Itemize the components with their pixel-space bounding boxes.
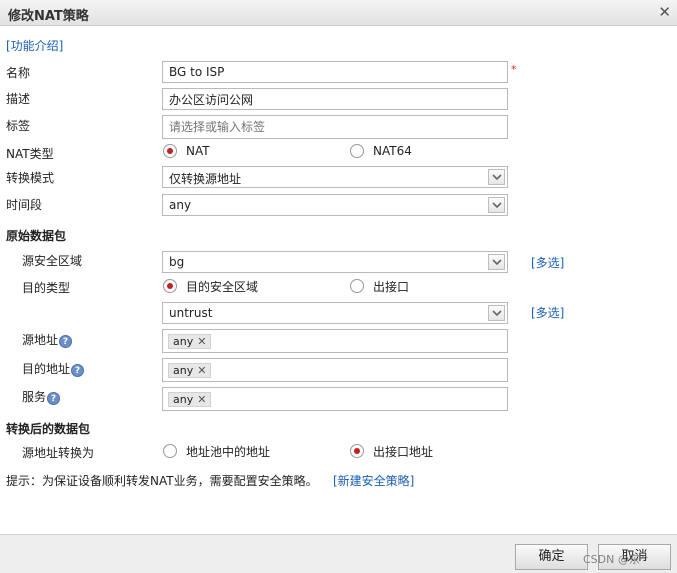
close-icon[interactable]: ✕ (658, 3, 671, 21)
chevron-down-icon[interactable] (488, 197, 505, 213)
time-range-select[interactable]: any (162, 194, 508, 216)
help-icon[interactable]: ? (71, 364, 85, 377)
ok-button[interactable]: 确定 (515, 544, 588, 570)
original-packet-heading: 原始数据包 (6, 229, 67, 243)
dst-zone-multi-link[interactable]: [多选] (531, 304, 564, 321)
mode-label: 转换模式 (6, 171, 55, 185)
nat-type-option-nat64: NAT64 (373, 144, 412, 158)
description-input[interactable] (162, 88, 508, 110)
required-mark: * (511, 63, 517, 76)
mode-select[interactable]: 仅转换源地址 (162, 166, 508, 188)
dst-type-radio-zone[interactable] (163, 279, 177, 293)
mode-value: 仅转换源地址 (169, 172, 242, 186)
tags-label: 标签 (6, 119, 31, 133)
dst-addr-label-text: 目的地址 (22, 362, 71, 376)
dst-type-option-zone: 目的安全区域 (186, 280, 259, 294)
service-tag: any ✕ (168, 392, 212, 407)
name-label: 名称 (6, 66, 31, 80)
nat-type-radio-nat64[interactable] (350, 144, 364, 158)
nat-type-option-nat: NAT (186, 144, 210, 158)
chevron-down-icon[interactable] (488, 305, 505, 321)
dst-addr-tag-text: any (173, 364, 194, 377)
src-translate-radio-interface[interactable] (350, 444, 364, 458)
src-addr-box[interactable]: any ✕ (162, 329, 508, 353)
service-box[interactable]: any ✕ (162, 387, 508, 411)
remove-icon[interactable]: ✕ (197, 364, 206, 377)
time-range-label: 时间段 (6, 198, 43, 212)
src-zone-value: bg (169, 255, 185, 269)
src-zone-label: 源安全区域 (22, 254, 83, 268)
src-translate-label: 源地址转换为 (22, 446, 95, 460)
nat-type-radio-nat[interactable] (163, 144, 177, 158)
dst-type-option-interface: 出接口 (373, 280, 410, 294)
time-range-value: any (169, 198, 192, 212)
dst-zone-select[interactable]: untrust (162, 302, 508, 324)
dst-addr-label: 目的地址? (22, 360, 85, 377)
chevron-down-icon[interactable] (488, 169, 505, 185)
service-label: 服务? (22, 388, 61, 405)
tags-input[interactable] (162, 115, 508, 139)
src-addr-tag: any ✕ (168, 334, 212, 349)
dst-addr-box[interactable]: any ✕ (162, 358, 508, 382)
hint-text: 提示：为保证设备顺利转发NAT业务，需要配置安全策略。 (6, 474, 318, 488)
description-label: 描述 (6, 92, 31, 106)
src-addr-tag-text: any (173, 335, 194, 348)
src-zone-select[interactable]: bg (162, 251, 508, 273)
watermark: CSDN @东^ (583, 553, 650, 566)
src-translate-option-interface: 出接口地址 (373, 445, 434, 459)
service-label-text: 服务 (22, 390, 47, 404)
src-translate-radio-pool[interactable] (163, 444, 177, 458)
src-zone-multi-link[interactable]: [多选] (531, 254, 564, 271)
chevron-down-icon[interactable] (488, 254, 505, 270)
new-security-policy-link[interactable]: [新建安全策略] (333, 472, 414, 489)
help-icon[interactable]: ? (47, 392, 61, 405)
dialog-title: 修改NAT策略 (8, 9, 89, 24)
translated-packet-heading: 转换后的数据包 (6, 422, 91, 436)
intro-link[interactable]: [功能介绍] (6, 37, 63, 54)
src-addr-label: 源地址? (22, 331, 73, 348)
dst-zone-value: untrust (169, 306, 213, 320)
nat-type-label: NAT类型 (6, 147, 54, 161)
dst-addr-tag: any ✕ (168, 363, 212, 378)
service-tag-text: any (173, 393, 194, 406)
help-icon[interactable]: ? (59, 335, 73, 348)
name-input[interactable] (162, 61, 508, 83)
dst-type-radio-interface[interactable] (350, 279, 364, 293)
dialog-titlebar: 修改NAT策略 ✕ (0, 0, 677, 26)
src-translate-option-pool: 地址池中的地址 (186, 445, 271, 459)
remove-icon[interactable]: ✕ (197, 393, 206, 406)
src-addr-label-text: 源地址 (22, 333, 59, 347)
dst-type-label: 目的类型 (22, 281, 71, 295)
remove-icon[interactable]: ✕ (197, 335, 206, 348)
